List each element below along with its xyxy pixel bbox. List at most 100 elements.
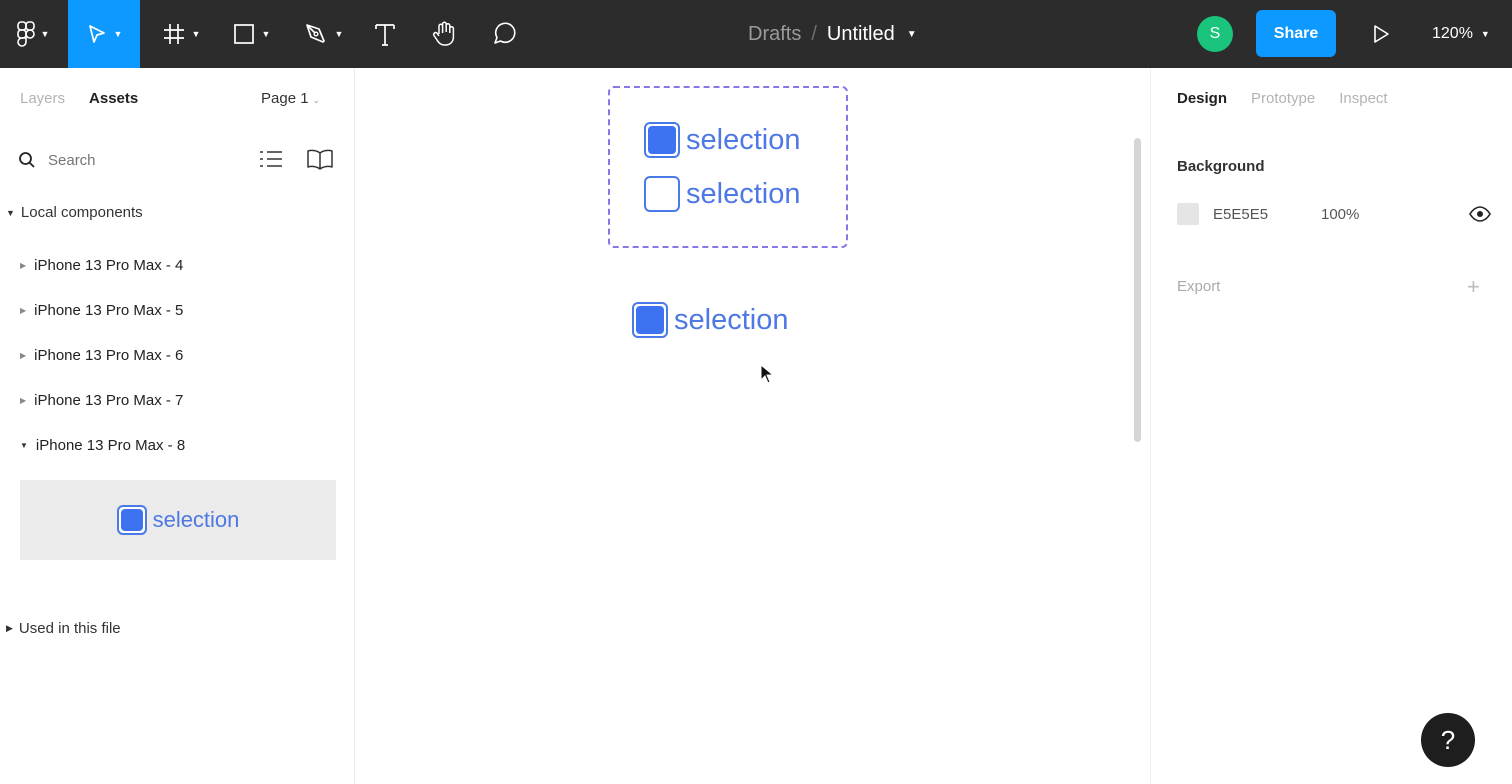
main-menu-button[interactable]: ▼	[8, 0, 58, 68]
variant-unchecked[interactable]: selection	[644, 176, 800, 212]
used-in-file-label: Used in this file	[18, 620, 121, 637]
pen-tool-button[interactable]: ▼	[295, 0, 351, 68]
variant-label: selection	[686, 177, 801, 210]
frame-tool-button[interactable]: ▼	[155, 0, 207, 68]
checkbox-checked-icon	[116, 505, 147, 535]
chevron-down-icon: ▼	[261, 29, 271, 39]
file-title[interactable]: Drafts / Untitled ▼	[748, 0, 917, 68]
background-opacity-value[interactable]: 100%	[1321, 206, 1359, 223]
background-color-swatch[interactable]	[1177, 203, 1199, 225]
local-components-header[interactable]: ▼ Local components	[6, 204, 143, 221]
canvas[interactable]: selection selection selection	[355, 68, 1150, 784]
component-group-item[interactable]: ▶ iPhone 13 Pro Max - 4	[20, 257, 183, 274]
team-library-book-icon[interactable]	[306, 148, 334, 170]
component-group-item[interactable]: ▼ iPhone 13 Pro Max - 8	[20, 437, 185, 454]
file-name[interactable]: Untitled	[827, 23, 895, 46]
right-panel-tabs: Design Prototype Inspect	[1177, 90, 1388, 107]
checkbox-checked-icon	[644, 122, 680, 158]
mouse-pointer-icon	[760, 364, 775, 384]
chevron-down-icon: ▼	[191, 29, 201, 39]
tab-inspect[interactable]: Inspect	[1339, 90, 1387, 107]
caret-right-icon: ▶	[20, 306, 27, 315]
zoom-menu[interactable]: 120% ▼	[1432, 0, 1490, 68]
eye-visibility-icon[interactable]	[1469, 206, 1491, 222]
canvas-vertical-scrollbar[interactable]	[1134, 138, 1141, 442]
variant-checked[interactable]: selection	[644, 122, 800, 158]
text-t-icon	[375, 24, 395, 46]
asset-search	[18, 148, 338, 172]
caret-right-icon: ▶	[20, 351, 27, 360]
search-input[interactable]	[48, 151, 238, 169]
chevron-down-icon: ▼	[1480, 29, 1490, 39]
comment-tool-button[interactable]	[483, 0, 525, 68]
frame-hash-icon	[163, 24, 184, 44]
share-button[interactable]: Share	[1256, 10, 1336, 57]
left-panel-tabs: Layers Assets	[20, 90, 138, 107]
chevron-down-icon: ⌄	[312, 95, 321, 105]
component-group-label: iPhone 13 Pro Max - 5	[34, 302, 184, 319]
background-section-title: Background	[1177, 158, 1265, 175]
component-group-item[interactable]: ▶ iPhone 13 Pro Max - 6	[20, 347, 183, 364]
hand-icon	[432, 21, 455, 46]
chevron-down-icon: ▼	[334, 29, 344, 39]
search-icon	[19, 152, 35, 168]
component-group-label: iPhone 13 Pro Max - 6	[34, 347, 184, 364]
caret-right-icon: ▶	[6, 623, 13, 633]
chevron-down-icon[interactable]: ▼	[907, 29, 917, 40]
toolbar: ▼ ▼ ▼ ▼ ▼ Drafts / Untitled ▼ S Share 12…	[0, 0, 1512, 68]
component-group-item[interactable]: ▶ iPhone 13 Pro Max - 7	[20, 392, 183, 409]
preview-label: selection	[152, 507, 240, 532]
component-preview-tile[interactable]: selection	[20, 480, 336, 560]
help-button[interactable]: ?	[1421, 713, 1475, 767]
figma-logo-icon	[16, 21, 35, 47]
page-selector[interactable]: Page 1 ⌄	[261, 90, 320, 107]
pen-nib-icon	[305, 24, 325, 43]
present-button[interactable]	[1366, 19, 1396, 49]
breadcrumb-separator: /	[811, 22, 817, 45]
cursor-arrow-icon	[88, 25, 105, 43]
left-panel: Layers Assets Page 1⌄ ▼ Local components…	[0, 68, 355, 784]
comment-bubble-icon	[494, 22, 516, 44]
zoom-level: 120%	[1432, 25, 1473, 42]
shape-tool-button[interactable]: ▼	[225, 0, 277, 68]
component-group-label: iPhone 13 Pro Max - 8	[35, 437, 186, 454]
caret-down-icon: ▼	[20, 441, 28, 450]
tab-layers[interactable]: Layers	[20, 90, 65, 107]
tab-design[interactable]: Design	[1177, 90, 1227, 107]
component-group-label: iPhone 13 Pro Max - 4	[34, 257, 184, 274]
export-section-title: Export	[1177, 278, 1221, 295]
add-export-plus-icon[interactable]: +	[1467, 274, 1480, 300]
breadcrumb-drafts[interactable]: Drafts	[748, 23, 801, 46]
checkbox-checked-icon	[632, 302, 668, 338]
chevron-down-icon: ▼	[113, 29, 123, 39]
chevron-down-icon: ▼	[40, 29, 50, 39]
tab-prototype[interactable]: Prototype	[1251, 90, 1315, 107]
move-tool-button[interactable]: ▼	[68, 0, 140, 68]
caret-right-icon: ▶	[20, 396, 27, 405]
checkbox-unchecked-icon	[644, 176, 680, 212]
background-hex-value[interactable]: E5E5E5	[1213, 206, 1321, 223]
checkbox-fill	[634, 304, 666, 336]
caret-down-icon: ▼	[6, 207, 15, 218]
used-in-file-header[interactable]: ▶ Used in this file	[6, 620, 121, 637]
instance-label: selection	[674, 303, 789, 336]
list-view-icon[interactable]	[258, 148, 284, 170]
page-selector-label: Page 1	[261, 90, 309, 107]
component-group-item[interactable]: ▶ iPhone 13 Pro Max - 5	[20, 302, 183, 319]
component-group-label: iPhone 13 Pro Max - 7	[34, 392, 184, 409]
background-fill-row: E5E5E5 100%	[1177, 202, 1491, 226]
checkbox-fill	[646, 124, 678, 156]
right-panel: Design Prototype Inspect Background E5E5…	[1150, 68, 1512, 784]
hand-tool-button[interactable]	[423, 0, 465, 68]
variant-label: selection	[686, 123, 801, 156]
caret-right-icon: ▶	[20, 261, 27, 270]
play-icon	[1374, 25, 1389, 43]
rectangle-icon	[233, 24, 254, 44]
component-set-frame[interactable]: selection selection	[608, 86, 848, 248]
tab-assets[interactable]: Assets	[89, 90, 138, 107]
avatar[interactable]: S	[1197, 16, 1233, 52]
text-tool-button[interactable]	[365, 0, 405, 68]
component-instance[interactable]: selection	[632, 302, 788, 338]
local-components-label: Local components	[20, 204, 143, 221]
checkbox-fill	[118, 507, 145, 533]
